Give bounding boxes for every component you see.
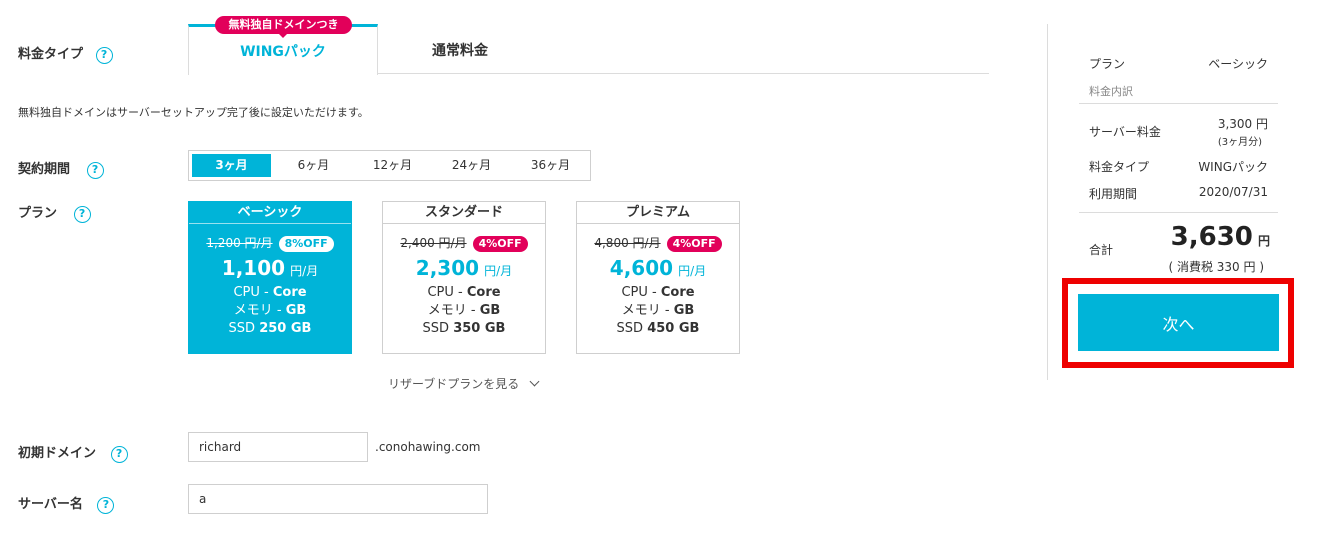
plan-price: 4,600	[609, 256, 674, 280]
discount-badge: 8%OFF	[278, 236, 334, 252]
plan-label: プラン ?	[18, 202, 91, 223]
domain-label-text: 初期ドメイン	[18, 446, 97, 461]
summary-type-value: WINGパック	[1198, 160, 1268, 174]
chevron-down-icon	[529, 376, 540, 387]
cpu-label: CPU -	[621, 285, 661, 300]
price-unit: 円/月	[290, 264, 319, 278]
domain-label: 初期ドメイン ?	[18, 442, 128, 463]
period-option-12m[interactable]: 12ヶ月	[353, 151, 432, 180]
summary-plan-label: プラン	[1089, 57, 1126, 71]
ssd-label: SSD	[228, 321, 260, 336]
memory-label: メモリ -	[621, 303, 674, 318]
memory-label: メモリ -	[427, 303, 480, 318]
plan-name: プレミアム	[577, 202, 739, 224]
pricing-type-label-text: 料金タイプ	[18, 47, 84, 62]
period-label: 契約期間 ?	[18, 158, 104, 179]
plan-card-standard[interactable]: スタンダード 2,400 円/月 4%OFF 2,300 円/月 CPU - Co…	[382, 201, 546, 354]
period-option-3m[interactable]: 3ヶ月	[192, 154, 271, 177]
summary-server-fee-value: 3,300 円	[1217, 117, 1268, 131]
summary-period-value: 2020/07/31	[1198, 185, 1268, 199]
cpu-label: CPU -	[233, 285, 273, 300]
server-name-label: サーバー名 ?	[18, 493, 115, 514]
original-price: 1,200 円/月	[206, 236, 273, 250]
summary-total-label: 合計	[1089, 243, 1114, 257]
domain-suffix: .conohawing.com	[375, 440, 481, 454]
discount-badge: 4%OFF	[666, 236, 722, 252]
summary-total-value: 3,630	[1170, 222, 1253, 252]
summary-line	[1079, 212, 1278, 213]
period-option-24m[interactable]: 24ヶ月	[432, 151, 511, 180]
cpu-label: CPU -	[427, 285, 467, 300]
plan-price: 1,100	[221, 256, 286, 280]
ssd-value: 450 GB	[647, 321, 700, 336]
summary-line	[1079, 103, 1278, 104]
help-icon[interactable]: ?	[86, 162, 104, 179]
server-name-label-text: サーバー名	[18, 497, 83, 512]
period-selector: 3ヶ月 6ヶ月 12ヶ月 24ヶ月 36ヶ月	[188, 150, 591, 181]
period-option-6m[interactable]: 6ヶ月	[274, 151, 353, 180]
memory-value: GB	[479, 303, 501, 318]
summary-server-fee-sub: (3ヶ月分)	[1217, 137, 1262, 148]
reserved-plan-link[interactable]: リザーブドプランを見る	[388, 375, 540, 392]
plan-name: ベーシック	[189, 202, 351, 224]
ssd-label: SSD	[616, 321, 648, 336]
help-icon[interactable]: ?	[97, 497, 115, 514]
summary-tax: ( 消費税 330 円 )	[1168, 260, 1264, 274]
summary-type-label: 料金タイプ	[1089, 160, 1150, 174]
price-unit: 円/月	[484, 264, 513, 278]
plan-card-basic[interactable]: ベーシック 1,200 円/月 8%OFF 1,100 円/月 CPU - Cor…	[188, 201, 352, 354]
tab-wing-pack-label: WINGパック	[240, 44, 326, 60]
summary-plan-value: ベーシック	[1208, 57, 1268, 71]
free-domain-note: 無料独自ドメインはサーバーセットアップ完了後に設定いただけます。	[18, 106, 369, 119]
memory-value: GB	[285, 303, 307, 318]
server-name-input[interactable]	[188, 484, 488, 514]
summary-total-unit: 円	[1257, 234, 1270, 248]
memory-label: メモリ -	[233, 303, 286, 318]
cpu-value: Core	[272, 285, 307, 300]
plan-price: 2,300	[415, 256, 480, 280]
pricing-type-label: 料金タイプ ?	[18, 43, 113, 64]
summary-total: 3,630 円	[1150, 222, 1270, 252]
plan-name: スタンダード	[383, 202, 545, 224]
plan-label-text: プラン	[18, 206, 58, 221]
tab-normal-price[interactable]: 通常料金	[400, 40, 520, 60]
cpu-value: Core	[466, 285, 501, 300]
original-price: 4,800 円/月	[594, 236, 661, 250]
cpu-value: Core	[660, 285, 695, 300]
badge-arrow	[278, 33, 288, 38]
ssd-value: 250 GB	[259, 321, 312, 336]
original-price: 2,400 円/月	[400, 236, 467, 250]
domain-input[interactable]	[188, 432, 368, 462]
help-icon[interactable]: ?	[73, 206, 91, 223]
price-unit: 円/月	[678, 264, 707, 278]
period-option-36m[interactable]: 36ヶ月	[511, 151, 590, 180]
next-button[interactable]: 次へ	[1078, 294, 1279, 351]
period-label-text: 契約期間	[18, 162, 71, 177]
help-icon[interactable]: ?	[110, 446, 128, 463]
free-domain-badge: 無料独自ドメインつき	[215, 16, 352, 34]
summary-period-label: 利用期間	[1089, 187, 1138, 201]
summary-breakdown-label: 料金内訳	[1089, 85, 1133, 98]
reserved-plan-link-text: リザーブドプランを見る	[388, 377, 520, 391]
ssd-value: 350 GB	[453, 321, 506, 336]
summary-divider	[1047, 24, 1048, 380]
plan-card-premium[interactable]: プレミアム 4,800 円/月 4%OFF 4,600 円/月 CPU - Cor…	[576, 201, 740, 354]
ssd-label: SSD	[422, 321, 454, 336]
discount-badge: 4%OFF	[472, 236, 528, 252]
help-icon[interactable]: ?	[95, 47, 113, 64]
memory-value: GB	[673, 303, 695, 318]
